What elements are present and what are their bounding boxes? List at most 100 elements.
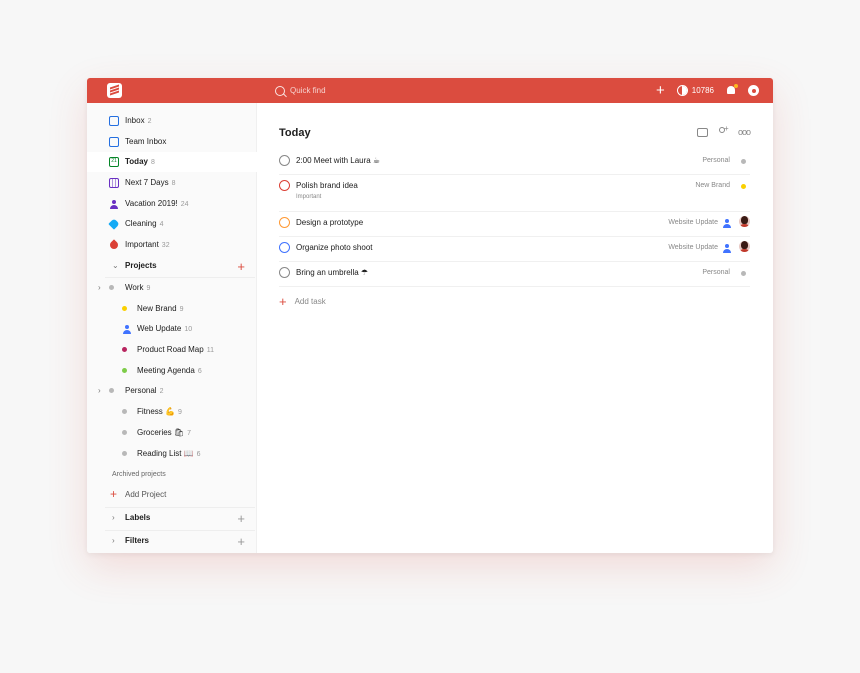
task-name[interactable]: Bring an umbrella ☂ (296, 268, 368, 277)
project-count: 2 (159, 388, 164, 395)
project-color-dot (109, 285, 114, 290)
page-title: Today (279, 127, 311, 139)
project-color-dot (122, 409, 127, 414)
notifications-bell-icon[interactable] (726, 84, 738, 96)
top-actions: + 10786 (656, 82, 759, 99)
project-web-update[interactable]: Web Update 10 (87, 319, 257, 339)
sidebar-item-count: 2 (147, 118, 152, 125)
filters-header[interactable]: › Filters + (87, 531, 257, 551)
label-tag-icon (108, 218, 120, 230)
add-project-plus-icon[interactable]: + (237, 259, 245, 274)
task-project[interactable]: Personal (702, 269, 730, 276)
task-row[interactable]: Bring an umbrella ☂ Personal (279, 263, 750, 287)
task-project[interactable]: Website Update (668, 219, 718, 226)
project-personal[interactable]: › Personal 2 (87, 381, 257, 401)
archived-projects-link[interactable]: Archived projects (112, 471, 166, 478)
project-groceries[interactable]: Groceries 🛍 7 (87, 423, 257, 443)
add-task-icon[interactable]: + (656, 83, 665, 98)
sidebar-item-count: 8 (150, 159, 155, 166)
chevron-right-icon[interactable]: › (98, 283, 101, 292)
task-project[interactable]: New Brand (695, 182, 730, 189)
task-name[interactable]: 2:00 Meet with Laura ☕ (296, 156, 380, 165)
projects-header[interactable]: ⌄ Projects + (87, 256, 257, 276)
chevron-right-icon[interactable]: › (98, 386, 101, 395)
project-label: Personal (125, 386, 157, 395)
project-label: Product Road Map (137, 345, 204, 354)
settings-gear-icon[interactable] (748, 85, 759, 96)
project-new-brand[interactable]: New Brand 9 (87, 299, 257, 319)
today-calendar-icon: 21 (109, 157, 119, 167)
quick-find-input[interactable]: Quick find (275, 84, 326, 97)
add-task-button[interactable]: + Add task (279, 294, 326, 309)
plus-icon: + (279, 294, 287, 309)
task-checkbox[interactable] (279, 155, 290, 166)
project-count: 9 (179, 306, 184, 313)
task-row[interactable]: Organize photo shoot Website Update (279, 238, 750, 262)
sidebar-item-team-inbox[interactable]: Team Inbox (87, 132, 257, 152)
chevron-right-icon: › (112, 536, 115, 545)
karma-button[interactable]: 10786 (676, 85, 714, 96)
project-label: Fitness 💪 (137, 407, 175, 416)
main-content: Today ooo 2:00 Meet with Laura ☕ Persona… (258, 103, 773, 553)
project-color-dot (122, 430, 127, 435)
project-color-dot (122, 368, 127, 373)
project-color-dot (741, 271, 746, 276)
todoist-logo-icon[interactable] (107, 83, 122, 98)
labels-label: Labels (125, 513, 151, 522)
task-checkbox[interactable] (279, 267, 290, 278)
quick-find-placeholder: Quick find (290, 86, 326, 95)
task-checkbox[interactable] (279, 217, 290, 228)
add-project-label: Add Project (125, 490, 167, 499)
project-fitness[interactable]: Fitness 💪 9 (87, 402, 257, 422)
assignee-avatar[interactable] (739, 241, 750, 252)
sidebar-item-count: 24 (180, 201, 189, 208)
project-color-dot (741, 184, 746, 189)
add-project-button[interactable]: + Add Project (87, 485, 257, 505)
task-row[interactable]: Design a prototype Website Update (279, 213, 750, 237)
plus-icon: + (110, 487, 118, 501)
sidebar-item-next-7-days[interactable]: Next 7 Days 8 (87, 173, 257, 193)
sidebar-item-vacation[interactable]: Vacation 2019! 24 (87, 194, 257, 214)
task-name[interactable]: Design a prototype (296, 218, 363, 227)
project-color-dot (122, 347, 127, 352)
task-checkbox[interactable] (279, 180, 290, 191)
share-person-add-icon[interactable] (717, 124, 729, 137)
add-label-plus-icon[interactable]: + (237, 511, 245, 526)
task-name[interactable]: Organize photo shoot (296, 243, 373, 252)
more-options-icon[interactable]: ooo (738, 127, 751, 137)
shared-person-icon (122, 324, 132, 334)
task-project[interactable]: Personal (702, 157, 730, 164)
project-product-road-map[interactable]: Product Road Map 11 (87, 340, 257, 360)
task-row[interactable]: Polish brand idea Important New Brand (279, 176, 750, 212)
sidebar-item-label: Cleaning (125, 219, 157, 228)
project-count: 6 (197, 368, 202, 375)
project-reading-list[interactable]: Reading List 📖 6 (87, 444, 257, 464)
karma-count: 10786 (691, 86, 714, 95)
sidebar-item-inbox[interactable]: Inbox 2 (87, 111, 257, 131)
assignee-avatar[interactable] (739, 216, 750, 227)
priority-drop-icon (108, 239, 120, 251)
add-task-label: Add task (294, 297, 326, 306)
task-row[interactable]: 2:00 Meet with Laura ☕ Personal (279, 151, 750, 175)
task-name[interactable]: Polish brand idea (296, 181, 358, 190)
project-label: Web Update (137, 324, 182, 333)
sidebar-item-important[interactable]: Important 32 (87, 235, 257, 255)
shared-person-icon (722, 218, 731, 228)
sidebar-item-today[interactable]: 21 Today 8 (87, 152, 257, 172)
comment-icon[interactable] (696, 127, 708, 137)
sidebar-item-label: Today (125, 157, 148, 166)
task-checkbox[interactable] (279, 242, 290, 253)
project-meeting-agenda[interactable]: Meeting Agenda 6 (87, 361, 257, 381)
projects-label: Projects (125, 261, 157, 270)
top-bar: Quick find + 10786 (87, 78, 773, 103)
sidebar-item-label: Vacation 2019! (125, 199, 178, 208)
app-window: Quick find + 10786 Inbox 2 Team Inbox 21 … (87, 78, 773, 553)
task-project[interactable]: Website Update (668, 244, 718, 251)
add-filter-plus-icon[interactable]: + (237, 534, 245, 549)
sidebar-item-count: 8 (171, 180, 176, 187)
labels-header[interactable]: › Labels + (87, 508, 257, 528)
sidebar-item-cleaning[interactable]: Cleaning 4 (87, 214, 257, 234)
team-inbox-icon (109, 137, 119, 147)
project-work[interactable]: › Work 9 (87, 278, 257, 298)
sidebar-item-count: 4 (159, 221, 164, 228)
